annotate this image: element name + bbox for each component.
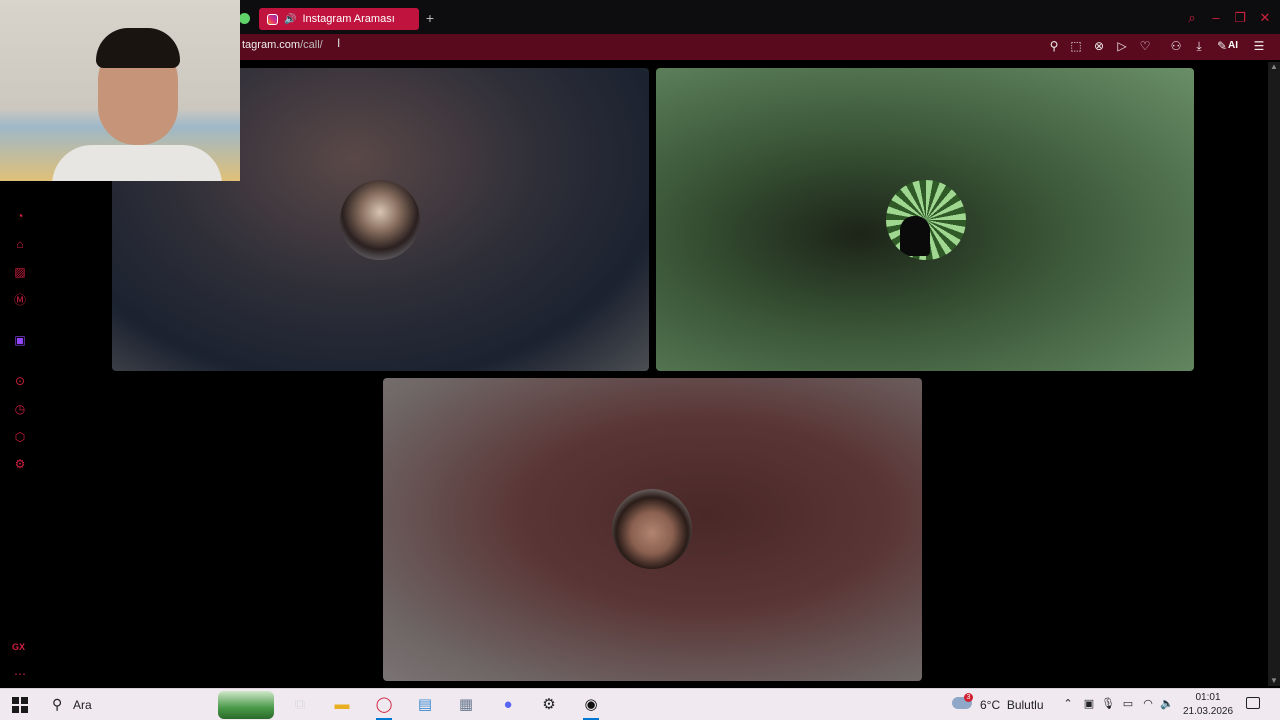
- taskbar: ⚲ Ara ⧉ ▬ ◯ ▤ ▦ ● ⚙ ◉ 3 6°C Bulutlu ⌃ ▣ …: [0, 688, 1280, 720]
- gx-corner-icon[interactable]: ⌂: [12, 236, 28, 252]
- photos-icon[interactable]: ▦: [454, 693, 478, 717]
- ai-label[interactable]: AI: [1228, 40, 1238, 51]
- search-highlight-image[interactable]: [218, 691, 274, 719]
- speaker-icon[interactable]: 🔊: [284, 14, 296, 25]
- obs-icon[interactable]: ◉: [579, 693, 603, 720]
- gx-logo[interactable]: GX: [12, 642, 25, 652]
- new-tab-button[interactable]: +: [423, 9, 437, 27]
- microphone-icon[interactable]: 🎙: [1101, 697, 1115, 711]
- url-text[interactable]: tagram.com/call/: [242, 39, 323, 51]
- discord-icon[interactable]: ●: [496, 693, 520, 717]
- volume-icon[interactable]: 🔈: [1160, 697, 1174, 711]
- profile-icon[interactable]: ⚇: [1168, 38, 1184, 54]
- clock-time: 01:01: [1195, 692, 1221, 703]
- scroll-down-icon[interactable]: ▼: [1270, 676, 1278, 685]
- tab-title: Instagram Araması: [302, 13, 395, 25]
- weather-text[interactable]: 6°C Bulutlu: [980, 698, 1044, 712]
- search-icon: ⚲: [52, 696, 63, 712]
- windows-start-icon[interactable]: [12, 697, 28, 713]
- battery-icon[interactable]: ▭: [1121, 697, 1135, 711]
- file-explorer-icon[interactable]: ▬: [330, 693, 354, 717]
- taskbar-clock[interactable]: 01:01 21.03.2026: [1182, 691, 1234, 719]
- opera-gx-icon[interactable]: ◯: [372, 693, 396, 720]
- heart-icon[interactable]: ♡: [1137, 38, 1153, 54]
- weather-badge: 3: [964, 693, 973, 702]
- participant-avatar-woman: [340, 180, 420, 260]
- download-icon[interactable]: ⤓: [1191, 38, 1207, 54]
- restore-button[interactable]: ❐: [1231, 9, 1249, 27]
- weather-temp: 6°C: [980, 698, 1001, 712]
- notification-icon[interactable]: [1246, 697, 1260, 709]
- snapshot-icon[interactable]: ⬚: [1068, 38, 1084, 54]
- webcam-hair: [96, 28, 180, 68]
- more-icon[interactable]: ⋯: [12, 666, 28, 682]
- participant-avatar-man: [612, 489, 692, 569]
- search-icon[interactable]: ⌕: [1183, 9, 1201, 27]
- settings-gear-icon[interactable]: ⚙: [537, 693, 561, 717]
- adblock-icon[interactable]: ⊗: [1091, 38, 1107, 54]
- tray-app-icon[interactable]: ▣: [1082, 697, 1096, 711]
- video-tile-participant-2[interactable]: [656, 68, 1194, 371]
- screen: 🔊 Instagram Araması + ⌕ – ❐ ✕ tagram.com…: [0, 0, 1280, 720]
- scrollbar[interactable]: [1268, 62, 1280, 686]
- search-label: Ara: [73, 698, 92, 712]
- gx-cleaner-icon[interactable]: ▨: [12, 264, 28, 280]
- tray-overflow-icon[interactable]: ⌃: [1061, 697, 1075, 711]
- task-view-icon[interactable]: ⧉: [288, 693, 312, 717]
- video-tile-participant-3[interactable]: [383, 378, 922, 681]
- webcam-shirt: [52, 145, 222, 181]
- messenger-icon[interactable]: Ⓜ: [12, 292, 28, 308]
- instagram-icon: [267, 13, 278, 25]
- menu-icon[interactable]: ☰: [1251, 38, 1267, 54]
- outlook-icon[interactable]: ▤: [413, 693, 437, 717]
- url-path: /call/: [300, 39, 323, 51]
- weather-condition: Bulutlu: [1006, 698, 1044, 712]
- tab-instagram-call[interactable]: 🔊 Instagram Araması: [259, 8, 419, 30]
- taskbar-search[interactable]: ⚲ Ara: [40, 689, 274, 720]
- player-icon[interactable]: ⊙: [12, 373, 28, 389]
- gx-control-icon[interactable]: ◔: [12, 208, 28, 224]
- scroll-up-icon[interactable]: ▲: [1270, 62, 1278, 71]
- pin-icon[interactable]: ⚲: [1046, 38, 1062, 54]
- webcam-overlay: [0, 0, 240, 181]
- close-button[interactable]: ✕: [1256, 9, 1274, 27]
- participant-avatar-cat-window: [886, 180, 966, 260]
- cat-silhouette: [900, 216, 930, 256]
- minimize-button[interactable]: –: [1207, 9, 1225, 27]
- extensions-icon[interactable]: ⬡: [12, 429, 28, 445]
- clock-date: 21.03.2026: [1182, 706, 1234, 717]
- url-host: tagram.com: [242, 39, 301, 51]
- play-icon[interactable]: ▷: [1114, 38, 1130, 54]
- twitch-icon[interactable]: ▣: [12, 332, 28, 348]
- settings-icon[interactable]: ⚙: [12, 456, 28, 472]
- whatsapp-tab-icon[interactable]: [239, 13, 250, 24]
- history-icon[interactable]: ◷: [12, 401, 28, 417]
- wifi-icon[interactable]: ◠: [1141, 697, 1155, 711]
- text-cursor-icon: I: [337, 36, 341, 50]
